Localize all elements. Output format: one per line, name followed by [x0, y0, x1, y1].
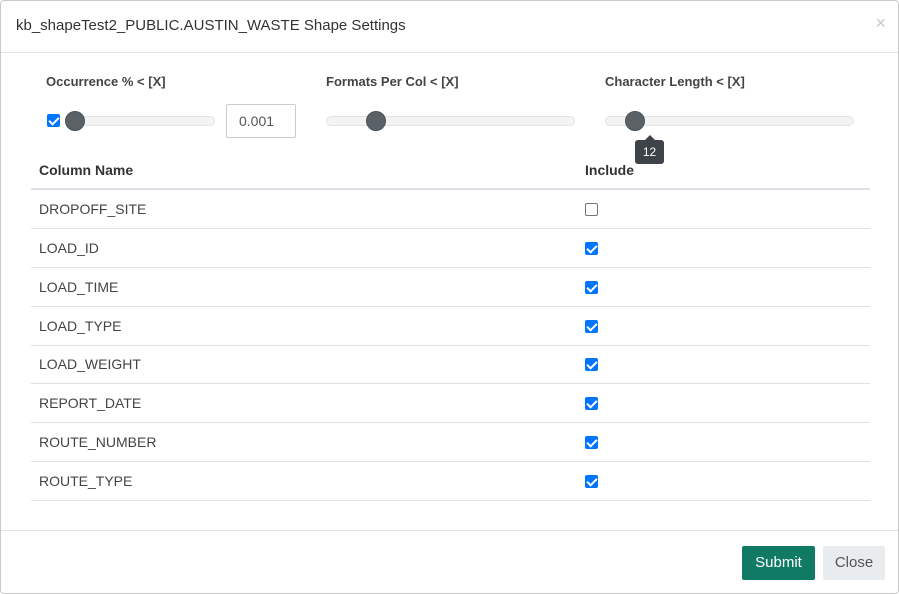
occurrence-value-input[interactable]: 0.001	[226, 104, 296, 138]
close-button[interactable]: Close	[823, 546, 885, 580]
occurrence-label: Occurrence % < [X]	[46, 74, 166, 89]
include-header: Include	[585, 162, 635, 178]
include-checkbox[interactable]	[585, 203, 598, 216]
column-name-cell: DROPOFF_SITE	[39, 201, 147, 217]
column-name-cell: ROUTE_NUMBER	[39, 434, 157, 450]
include-checkbox[interactable]	[585, 281, 598, 294]
table-row: LOAD_ID	[31, 229, 870, 268]
column-name-header: Column Name	[39, 162, 134, 178]
column-name-cell: ROUTE_TYPE	[39, 473, 133, 489]
occurrence-enable-checkbox[interactable]	[47, 114, 60, 127]
table-row: ROUTE_NUMBER	[31, 423, 870, 462]
column-name-cell: LOAD_TIME	[39, 279, 119, 295]
include-checkbox[interactable]	[585, 436, 598, 449]
include-checkbox[interactable]	[585, 242, 598, 255]
formats-label: Formats Per Col < [X]	[326, 74, 459, 89]
occurrence-slider-track[interactable]	[65, 116, 215, 126]
modal-title: kb_shapeTest2_PUBLIC.AUSTIN_WASTE Shape …	[16, 17, 406, 34]
modal-header: kb_shapeTest2_PUBLIC.AUSTIN_WASTE Shape …	[1, 1, 898, 53]
submit-button[interactable]: Submit	[742, 546, 815, 580]
table-row: DROPOFF_SITE	[31, 190, 870, 229]
table-row: REPORT_DATE	[31, 384, 870, 423]
formats-slider-thumb[interactable]	[366, 111, 386, 131]
footer-divider	[1, 530, 898, 531]
column-name-cell: LOAD_TYPE	[39, 318, 122, 334]
occurrence-slider-thumb[interactable]	[65, 111, 85, 131]
char-length-label: Character Length < [X]	[605, 74, 745, 89]
char-length-slider-thumb[interactable]	[625, 111, 645, 131]
table-row: ROUTE_TYPE	[31, 462, 870, 501]
include-checkbox[interactable]	[585, 475, 598, 488]
table-row: LOAD_TIME	[31, 268, 870, 307]
table-row: LOAD_TYPE	[31, 307, 870, 346]
column-name-cell: LOAD_ID	[39, 240, 99, 256]
table-row: LOAD_WEIGHT	[31, 345, 870, 384]
include-checkbox[interactable]	[585, 358, 598, 371]
formats-slider-track[interactable]	[326, 116, 575, 126]
shape-settings-modal: kb_shapeTest2_PUBLIC.AUSTIN_WASTE Shape …	[0, 0, 899, 594]
include-checkbox[interactable]	[585, 320, 598, 333]
column-name-cell: REPORT_DATE	[39, 395, 142, 411]
close-icon[interactable]: ×	[875, 13, 886, 33]
include-checkbox[interactable]	[585, 397, 598, 410]
char-length-tooltip: 12	[635, 135, 664, 164]
column-name-cell: LOAD_WEIGHT	[39, 356, 141, 372]
